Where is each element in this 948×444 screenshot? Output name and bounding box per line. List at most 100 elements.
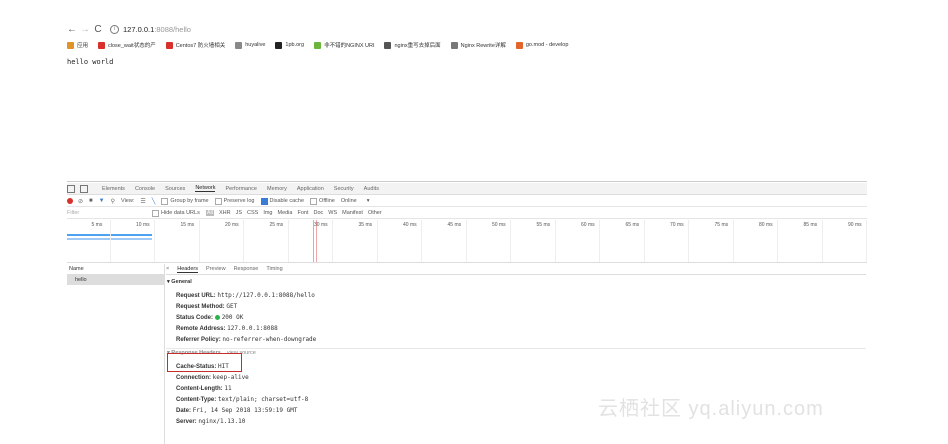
header-key: Referrer Policy:	[176, 337, 221, 343]
bookmark-item[interactable]: 1pb.org	[275, 41, 304, 49]
bookmark-item[interactable]: huyalive	[235, 41, 265, 49]
timeline-tick-label: 80 ms	[759, 222, 773, 228]
filter-type-manifest[interactable]: Manifest	[342, 210, 363, 216]
apps-grid-icon	[67, 41, 74, 49]
timeline-gridline	[510, 220, 511, 262]
info-icon[interactable]: i	[110, 24, 119, 34]
timeline-tick-label: 75 ms	[714, 222, 729, 228]
header-row: Remote Address: 127.0.0.1:8088	[176, 323, 316, 334]
close-detail-icon[interactable]: ×	[166, 266, 169, 272]
bookmark-item[interactable]: Nginx Rewrite详解	[450, 41, 506, 49]
disable-cache-checkbox[interactable]: Disable cache	[260, 197, 304, 205]
general-section: Request URL: http://127.0.0.1:8088/hello…	[176, 290, 316, 345]
record-icon[interactable]	[67, 198, 73, 204]
timeline-gridline	[243, 220, 244, 262]
bookmark-label: 应用	[77, 43, 89, 49]
detail-tab-timing[interactable]: Timing	[266, 266, 282, 272]
filter-type-ws[interactable]: WS	[328, 210, 337, 216]
timeline-gridline	[421, 220, 422, 262]
tab-memory[interactable]: Memory	[267, 186, 287, 192]
filter-type-img[interactable]: Img	[263, 210, 272, 216]
checkbox-icon	[152, 209, 159, 217]
tab-network[interactable]: Network	[195, 185, 216, 192]
overview-icon[interactable]: ╲	[152, 198, 156, 205]
watermark-text: 云栖社区 yq.aliyun.com	[598, 398, 824, 420]
header-value: text/plain; charset=utf-8	[217, 396, 309, 403]
general-section-title[interactable]: ▾ General	[167, 279, 192, 285]
tab-sources[interactable]: Sources	[165, 186, 185, 192]
section-divider	[166, 348, 866, 349]
detail-tab-preview[interactable]: Preview	[206, 266, 226, 272]
header-value: Fri, 14 Sep 2018 13:59:19 GMT	[192, 407, 298, 414]
header-row: Referrer Policy: no-referrer-when-downgr…	[176, 334, 316, 345]
checkbox-checked-icon	[260, 197, 268, 205]
url-field[interactable]: 127.0.0.1:8088/hello	[123, 25, 191, 34]
tab-security[interactable]: Security	[334, 186, 354, 192]
back-arrow-icon[interactable]: ←	[67, 23, 77, 35]
bookmark-green-icon	[314, 41, 322, 49]
timeline-gridline	[465, 220, 467, 262]
address-bar-row: ← → C i 127.0.0.1:8088/hello	[67, 22, 867, 36]
detail-tab-headers[interactable]: Headers	[177, 266, 199, 273]
throttling-select[interactable]: Online ▾	[341, 198, 370, 204]
bookmark-label: Nginx Rewrite详解	[460, 43, 506, 49]
header-key: Request Method:	[176, 304, 225, 310]
rewrite-icon	[450, 41, 458, 49]
group-by-frame-checkbox[interactable]: Group by frame	[161, 197, 209, 205]
filter-type-js[interactable]: JS	[236, 210, 242, 216]
timeline-tick-label: 10 ms	[136, 222, 150, 228]
bookmark-item[interactable]: nginx重写去掉后面	[384, 41, 441, 49]
tab-audits[interactable]: Audits	[364, 186, 379, 192]
timeline-tick-label: 30 ms	[314, 222, 328, 228]
header-row: Connection: keep-alive	[176, 372, 308, 383]
request-row-hello[interactable]: hello	[67, 275, 164, 285]
cache-status-highlight-box	[167, 353, 242, 372]
filter-type-media[interactable]: Media	[277, 210, 292, 216]
filter-type-css[interactable]: CSS	[247, 210, 258, 216]
clear-icon[interactable]: ⊘	[78, 198, 83, 205]
bookmark-item[interactable]: go.mod - develop	[515, 41, 568, 49]
name-column-header[interactable]: Name	[67, 264, 164, 275]
requests-name-column: Name hello	[67, 264, 165, 444]
offline-checkbox[interactable]: Offline	[310, 197, 335, 205]
bookmark-item[interactable]: close_wait状态的产	[98, 41, 156, 49]
filter-type-font[interactable]: Font	[297, 210, 308, 216]
reload-icon[interactable]: C	[93, 23, 103, 35]
hide-data-urls-checkbox[interactable]: Hide data URLs	[152, 209, 200, 217]
bookmark-item[interactable]: 应用	[67, 41, 88, 49]
preserve-log-checkbox[interactable]: Preserve log	[214, 197, 255, 205]
filter-type-all[interactable]: All	[205, 210, 214, 216]
header-key: Date:	[176, 408, 192, 414]
filter-input[interactable]: Filter	[67, 210, 152, 216]
forward-arrow-icon[interactable]: →	[80, 23, 90, 35]
tab-performance[interactable]: Performance	[225, 186, 257, 192]
page-icon	[235, 41, 243, 49]
inspect-element-icon[interactable]	[67, 184, 75, 193]
header-value: 127.0.0.1:8088	[227, 325, 278, 332]
network-toolbar: ⊘ ■ ▼ ⚲ View: ☰ ╲ Group by frame Preserv…	[67, 196, 867, 207]
detail-tab-response[interactable]: Response	[234, 266, 259, 272]
capture-screenshots-icon[interactable]: ■	[89, 198, 93, 204]
filter-type-xhr[interactable]: XHR	[219, 210, 231, 216]
timeline-tick-label: 35 ms	[358, 222, 373, 228]
filter-type-other[interactable]: Other	[368, 210, 382, 216]
tab-console[interactable]: Console	[135, 186, 155, 192]
timeline-gridline	[777, 220, 778, 262]
search-icon[interactable]: ⚲	[111, 198, 115, 205]
tab-elements[interactable]: Elements	[102, 186, 125, 192]
filter-icon[interactable]: ▼	[99, 198, 105, 204]
timeline-gridline	[198, 220, 200, 262]
bookmark-item[interactable]: 非不错的NGINX URI	[314, 41, 374, 49]
bookmark-label: nginx重写去掉后面	[394, 43, 441, 49]
bookmark-label: close_wait状态的产	[108, 43, 156, 49]
device-toolbar-icon[interactable]	[80, 184, 88, 193]
large-rows-icon[interactable]: ☰	[140, 198, 145, 205]
bookmark-item[interactable]: Centos7 防火墙相关	[165, 41, 225, 49]
network-overview-timeline[interactable]: 5 ms 10 ms 15 ms 20 ms 25 ms 30 ms 35 ms 40 ms 4…	[67, 220, 867, 263]
timeline-tick-label: 5 ms	[91, 222, 103, 228]
checkbox-icon	[214, 197, 222, 205]
tab-application[interactable]: Application	[297, 186, 324, 192]
timeline-tick-label: 40 ms	[403, 222, 417, 228]
filter-type-doc[interactable]: Doc	[313, 210, 323, 216]
header-row: Status Code: 200 OK	[176, 312, 316, 323]
